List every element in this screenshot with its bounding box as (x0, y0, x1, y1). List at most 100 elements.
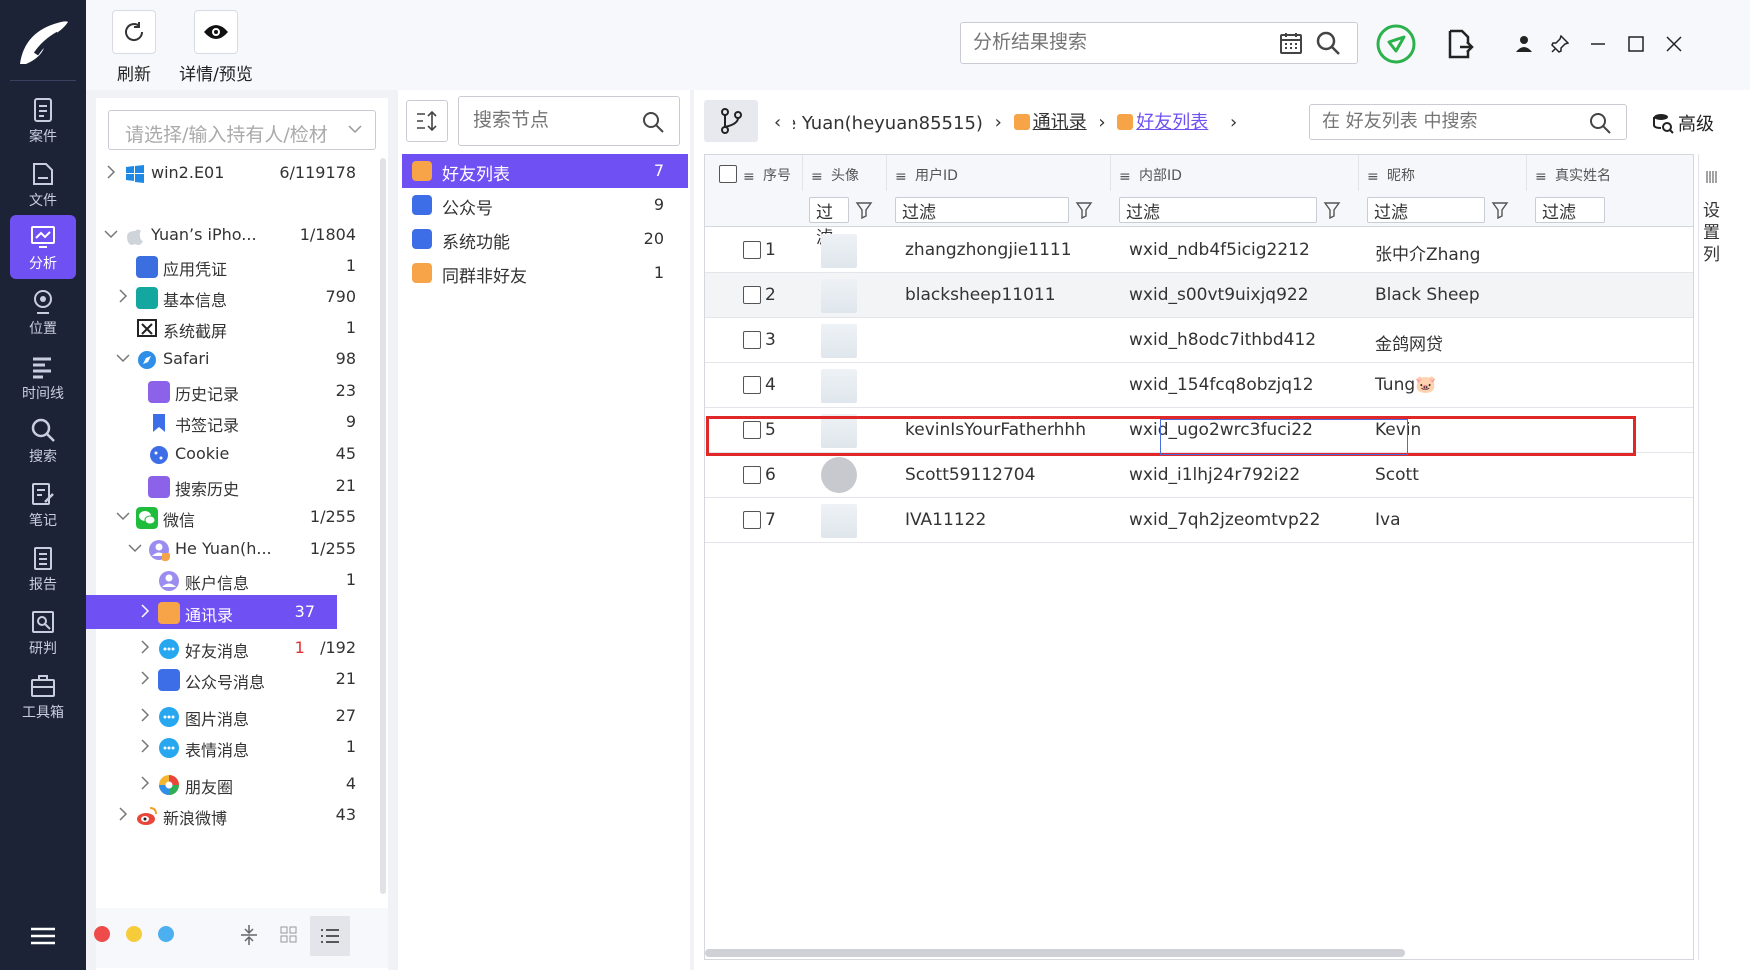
detail-preview-button[interactable]: 详情/预览 (170, 10, 262, 85)
chevron-right-icon[interactable] (138, 640, 152, 654)
sort-button[interactable] (406, 100, 448, 142)
avatar[interactable] (821, 324, 857, 358)
node-item-official-accounts[interactable]: 公众号 9 (402, 188, 688, 222)
row-checkbox[interactable] (743, 466, 761, 484)
nav-item-location[interactable]: 位置 (10, 280, 76, 344)
menu-icon[interactable] (30, 926, 56, 946)
breadcrumb-contacts[interactable]: 通讯录 (1033, 108, 1087, 134)
row-checkbox[interactable] (743, 421, 761, 439)
owner-select[interactable]: 请选择/输入持有人/检材 (108, 110, 376, 150)
table-row[interactable]: 5 kevinIsYourFatherhhh wxid_ugo2wrc3fuci… (705, 408, 1693, 453)
column-menu-icon[interactable]: ≡ (895, 169, 907, 185)
column-header-nickname[interactable]: ≡ 昵称 (1359, 155, 1527, 191)
breadcrumb-back-icon[interactable]: ‹ (774, 112, 781, 133)
pin-button[interactable] (1548, 24, 1572, 64)
nav-item-note[interactable]: 笔记 (10, 472, 76, 536)
shield-status-button[interactable] (1376, 24, 1416, 64)
minimize-button[interactable] (1586, 24, 1610, 64)
chevron-down-icon[interactable] (116, 351, 130, 365)
breadcrumb-forward-icon[interactable]: › (1230, 112, 1237, 133)
red-dot-icon[interactable] (94, 926, 110, 942)
tree-item-account-info[interactable]: 账户信息 1 (96, 563, 376, 597)
avatar[interactable] (821, 369, 857, 403)
tree-item-wechat-account[interactable]: He Yuan(h... 1/255 (96, 532, 376, 566)
nav-item-file[interactable]: 文件 (10, 152, 76, 216)
branch-button[interactable] (704, 100, 758, 142)
search-icon[interactable] (1315, 30, 1341, 56)
maximize-button[interactable] (1624, 24, 1648, 64)
refresh-button[interactable]: 刷新 (102, 10, 166, 85)
blue-dot-icon[interactable] (158, 926, 174, 942)
nav-item-search[interactable]: 搜索 (10, 408, 76, 472)
filter-input[interactable]: 过滤 (809, 197, 849, 248)
analysis-search-input[interactable] (973, 31, 1263, 53)
row-checkbox[interactable] (743, 286, 761, 304)
nav-item-toolbox[interactable]: 工具箱 (10, 664, 76, 728)
nav-item-analysis[interactable]: 分析 (10, 215, 76, 279)
chevron-right-icon[interactable] (138, 708, 152, 722)
tree-item-bookmark[interactable]: 书签记录 9 (96, 405, 376, 439)
table-row[interactable]: 6 Scott59112704 wxid_i1lhj24r792i22 Scot… (705, 453, 1693, 498)
tree-scrollbar[interactable] (380, 158, 386, 894)
avatar[interactable] (821, 504, 857, 538)
tree-item-cookie[interactable]: Cookie 45 (96, 437, 376, 471)
column-header-real-name[interactable]: ≡ 真实姓名 (1527, 155, 1693, 191)
node-search-input[interactable] (473, 109, 633, 131)
nav-item-timeline[interactable]: 时间线 (10, 345, 76, 409)
row-checkbox[interactable] (743, 376, 761, 394)
tree-item-official-messages[interactable]: 公众号消息 21 (96, 662, 376, 696)
collapse-icon[interactable] (240, 924, 258, 946)
avatar[interactable] (821, 457, 857, 493)
tree-item-iphone[interactable]: Yuan’s iPho... 1/1804 (96, 218, 376, 252)
tree-item-screenshot[interactable]: 系统截屏 1 (96, 311, 376, 345)
chevron-right-icon[interactable] (138, 776, 152, 790)
search-icon[interactable] (1588, 111, 1612, 135)
advanced-search-button[interactable]: 高级 (1652, 110, 1714, 136)
nav-item-judge[interactable]: 研判 (10, 600, 76, 664)
tree-item-basic-info[interactable]: 基本信息 790 (96, 280, 376, 314)
chevron-right-icon[interactable] (116, 289, 130, 303)
table-row[interactable]: 4 wxid_154fcq8obzjq12 Tung🐷 (705, 363, 1693, 408)
node-item-friends[interactable]: 好友列表 7 (402, 154, 688, 188)
list-view-button[interactable] (310, 916, 350, 956)
column-menu-icon[interactable]: ≡ (1535, 169, 1547, 185)
filter-icon[interactable] (855, 201, 873, 219)
tree-item-win2[interactable]: win2.E01 6/119178 (96, 156, 376, 190)
table-row[interactable]: 7 IVA11122 wxid_7qh2jzeomtvp22 Iva (705, 498, 1693, 543)
nav-item-report[interactable]: 报告 (10, 536, 76, 600)
chevron-right-icon[interactable] (138, 671, 152, 685)
tree-item-moments[interactable]: 朋友圈 4 (96, 767, 376, 801)
tree-item-image-messages[interactable]: 图片消息 27 (96, 699, 376, 733)
chevron-right-icon[interactable] (138, 604, 152, 618)
chevron-right-icon[interactable] (116, 807, 130, 821)
filter-input[interactable]: 过滤 (1535, 197, 1605, 223)
tree-item-contacts[interactable]: 通讯录 37 (86, 595, 337, 629)
chevron-right-icon[interactable] (104, 165, 118, 179)
tree-item-safari[interactable]: Safari 98 (96, 342, 376, 376)
filter-input[interactable]: 过滤 (1119, 197, 1317, 223)
column-header-internal-id[interactable]: ≡ 内部ID (1111, 155, 1359, 191)
nav-item-case[interactable]: 案件 (10, 88, 76, 152)
avatar[interactable] (821, 279, 857, 313)
node-item-system-functions[interactable]: 系统功能 20 (402, 222, 688, 256)
grid-view-icon[interactable] (280, 926, 298, 944)
column-menu-icon[interactable]: ≡ (1367, 169, 1379, 185)
filter-input[interactable]: 过滤 (1367, 197, 1485, 223)
table-row[interactable]: 1 zhangzhongjie1111 wxid_ndb4f5icig2212 … (705, 228, 1693, 273)
user-button[interactable] (1512, 24, 1536, 64)
search-icon[interactable] (641, 110, 665, 134)
tree-item-wechat[interactable]: 微信 1/255 (96, 500, 376, 534)
chevron-down-icon[interactable] (116, 509, 130, 523)
column-header-avatar[interactable]: ≡ 头像 (803, 155, 887, 191)
horizontal-scrollbar[interactable] (705, 949, 1405, 957)
tree-item-friend-messages[interactable]: 好友消息 1 /192 (96, 631, 376, 665)
tree-item-weibo[interactable]: 新浪微博 43 (96, 798, 376, 832)
avatar[interactable] (821, 234, 857, 268)
filter-icon[interactable] (1491, 201, 1509, 219)
filter-icon[interactable] (1075, 201, 1093, 219)
chevron-down-icon[interactable] (104, 227, 118, 241)
column-menu-icon[interactable]: ≡ (811, 169, 823, 185)
column-settings[interactable]: 设置列 (1698, 154, 1722, 960)
tree-item-history[interactable]: 历史记录 23 (96, 374, 376, 408)
row-checkbox[interactable] (743, 511, 761, 529)
